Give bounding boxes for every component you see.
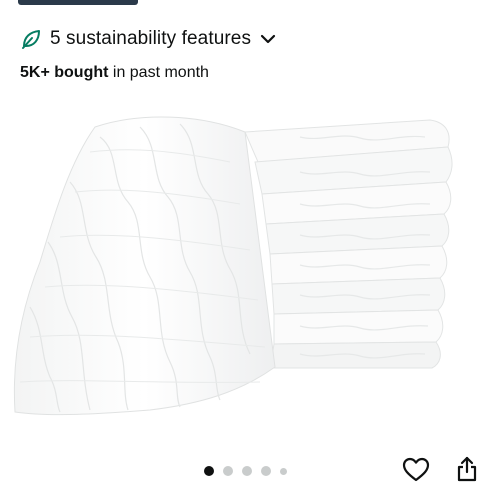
leaf-icon [20, 28, 42, 50]
product-image[interactable] [0, 92, 500, 442]
product-detail-page: 5 sustainability features 5K+ bought in … [0, 0, 500, 500]
sustainability-label: 5 sustainability features [50, 28, 252, 49]
towel-stack [244, 119, 453, 369]
purchase-count-text: 5K+ bought in past month [20, 64, 209, 82]
chevron-down-icon [259, 30, 277, 48]
carousel-dot[interactable] [204, 466, 214, 476]
favorite-button[interactable] [401, 457, 431, 487]
carousel-dot[interactable] [261, 466, 271, 476]
heart-icon [402, 457, 430, 488]
carousel-indicator [204, 466, 287, 476]
draped-towel [13, 116, 276, 416]
share-button[interactable] [452, 455, 482, 487]
purchase-count-rest: in past month [108, 64, 209, 81]
top-bar-edge [18, 0, 138, 5]
purchase-count-bold: 5K+ bought [20, 64, 109, 81]
carousel-dot[interactable] [223, 466, 233, 476]
carousel-dot[interactable] [242, 466, 252, 476]
carousel-dot[interactable] [280, 467, 287, 475]
share-icon [455, 455, 479, 488]
sustainability-features-link[interactable]: 5 sustainability features [20, 24, 277, 54]
